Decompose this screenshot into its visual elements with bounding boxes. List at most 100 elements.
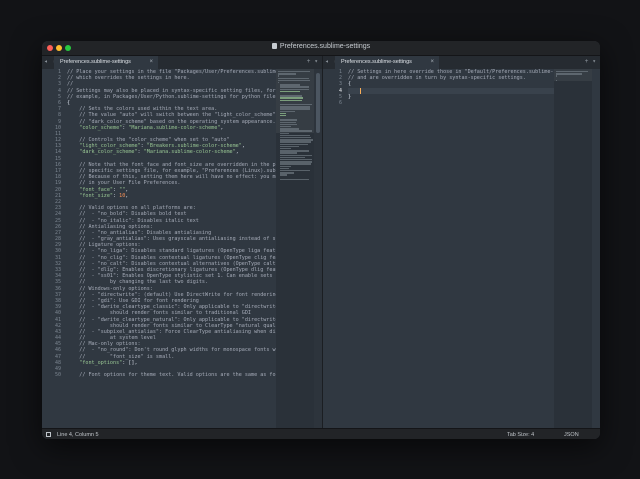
code-token: // - "no_bold": Disables bold text	[67, 211, 187, 218]
minimap-line	[279, 137, 312, 139]
minimap-line	[279, 141, 311, 143]
code-view[interactable]: // Settings in here override those in "D…	[348, 69, 568, 428]
code-token: // Controls the "color_scheme" when set …	[67, 137, 230, 144]
cursor-position[interactable]: Line 4, Column 5	[57, 432, 99, 438]
panel-toggle-icon[interactable]	[46, 432, 51, 437]
minimap-line	[279, 152, 298, 154]
minimap-line	[278, 71, 310, 73]
code-token: // - "gray_antialias": Uses grayscale an…	[67, 236, 290, 243]
close-icon[interactable]: ×	[149, 59, 153, 65]
code-token: "font_size"	[67, 192, 114, 199]
code-token: // - "no_round": Don't round glyph width…	[67, 347, 285, 354]
new-tab-icon[interactable]: +	[585, 58, 589, 65]
code-token: // Note that the font_face and font_size…	[67, 161, 290, 168]
line-number: 50	[54, 372, 61, 379]
code-token: //	[67, 81, 74, 88]
code-line[interactable]: // example, in Packages/User/Python.subl…	[67, 94, 290, 100]
chevron-down-icon[interactable]: ▾	[592, 58, 596, 65]
left-editor-pane: ◂ ▸ Preferences.sublime-settings × + ▾ 12…	[42, 56, 322, 428]
code-token: // which overrides the settings in here.	[67, 75, 190, 82]
code-token: // The value "auto" will switch between …	[67, 112, 276, 119]
code-token: // - "gdi": Use GDI for font rendering	[67, 297, 199, 304]
code-token: "font_face"	[67, 186, 114, 193]
code-token: // "font_size" is small.	[67, 353, 175, 360]
minimap-line	[279, 174, 287, 176]
tab-size-selector[interactable]: Tab Size: 4	[507, 432, 534, 438]
minimap-line	[279, 163, 312, 165]
title-bar: Preferences.sublime-settings	[42, 41, 600, 56]
minimap-line	[556, 73, 583, 75]
code-token: // Font options for theme text. Valid op…	[67, 372, 279, 379]
minimap-line	[279, 167, 289, 170]
editor-window: Preferences.sublime-settings ◂ ▸ Prefere…	[42, 41, 600, 439]
minimap-line	[279, 90, 300, 93]
minimap-line	[279, 126, 291, 128]
window-title: Preferences.sublime-settings	[279, 43, 371, 50]
code-token: {	[348, 81, 352, 88]
minimap-line	[279, 128, 300, 130]
code-token: // - "no_antialias": Disables antialiasi…	[67, 229, 212, 236]
code-token: ,	[134, 359, 138, 366]
minimap-line	[279, 115, 286, 117]
left-editor-area[interactable]: 1 2 3 4 5 6 7 8 9 10 11 12 13 14 15 16 17 18 19 20 21 22 23 24 2…	[42, 69, 322, 428]
tab-tools: + ▾	[581, 58, 596, 65]
right-tab-bar: ◂ ▸ Preferences.sublime-settings × + ▾	[323, 56, 600, 69]
minimap-line	[556, 71, 589, 73]
code-token: // - "no_calt": Disables contextual alte…	[67, 260, 290, 267]
minimap-line	[279, 143, 309, 145]
minimap-line	[279, 112, 286, 115]
code-token: // Windows-only options:	[67, 285, 153, 292]
minimap-line	[279, 119, 297, 121]
right-editor-area[interactable]: 123456 // Settings in here override thos…	[323, 69, 600, 428]
vertical-scrollbar[interactable]	[314, 69, 322, 428]
line-number-gutter: 123456	[323, 69, 345, 428]
code-token: // - "subpixel_antialias": Force ClearTy…	[67, 328, 290, 335]
minimap-line	[279, 130, 312, 132]
syntax-selector[interactable]: JSON	[564, 432, 579, 438]
code-token: ,	[235, 149, 239, 156]
code-token: "Mariana.sublime-color-scheme"	[128, 124, 221, 131]
minimap[interactable]	[554, 69, 592, 428]
minimap-line	[278, 73, 296, 75]
minimap-line	[279, 121, 296, 123]
code-token: // in your User File Preferences.	[67, 180, 181, 187]
code-token: // Settings in here override those in "D…	[348, 69, 568, 75]
code-view[interactable]: // Place your settings in the file "Pack…	[67, 69, 290, 428]
new-tab-icon[interactable]: +	[307, 58, 311, 65]
minimap-line	[279, 99, 302, 101]
code-line[interactable]: // Font options for theme text. Valid op…	[67, 372, 290, 378]
code-token: "light_color_scheme"	[67, 143, 141, 150]
code-token: "Mariana.sublime-color-scheme"	[143, 149, 236, 156]
minimap-line	[279, 132, 289, 134]
code-token: // "dark_color_scheme" based on the oper…	[67, 118, 276, 125]
tab-preferences-default[interactable]: Preferences.sublime-settings ×	[54, 56, 158, 69]
left-tab-bar: ◂ ▸ Preferences.sublime-settings × + ▾	[42, 56, 322, 69]
code-token: // Mac-only options:	[67, 341, 141, 348]
code-token: // - "dlig": Enables discretionary ligat…	[67, 267, 290, 273]
code-line[interactable]	[348, 100, 568, 106]
code-token: // Settings may also be placed in syntax…	[67, 87, 276, 94]
minimap-line	[279, 97, 303, 99]
close-icon[interactable]: ×	[430, 59, 434, 65]
minimap-line	[279, 134, 311, 137]
minimap-line	[279, 165, 292, 167]
tab-label: Preferences.sublime-settings	[341, 59, 412, 65]
minimap-line	[279, 145, 299, 148]
minimap-line	[279, 123, 298, 126]
minimap-line	[278, 77, 309, 79]
chevron-down-icon[interactable]: ▾	[314, 58, 318, 65]
code-token: // should render fonts similar to tradit…	[67, 310, 252, 317]
scrollbar-thumb[interactable]	[316, 73, 320, 133]
code-token: // Sets the colors used within the text …	[67, 106, 218, 113]
minimap[interactable]	[276, 69, 314, 428]
tab-tools: + ▾	[303, 58, 318, 65]
minimap-line	[279, 178, 310, 181]
code-token: // Valid options on all platforms are:	[67, 205, 196, 212]
code-token: // by changing the last two digits.	[67, 279, 209, 286]
code-token: // - "no_liga": Disables standard ligatu…	[67, 248, 288, 255]
code-token: // - "directwrite": (default) Use Direct…	[67, 291, 279, 298]
tab-preferences-user[interactable]: Preferences.sublime-settings ×	[335, 56, 439, 69]
code-token: // at system level	[67, 335, 156, 342]
right-editor-pane: ◂ ▸ Preferences.sublime-settings × + ▾ 12…	[323, 56, 600, 428]
code-token: ,	[125, 186, 129, 193]
